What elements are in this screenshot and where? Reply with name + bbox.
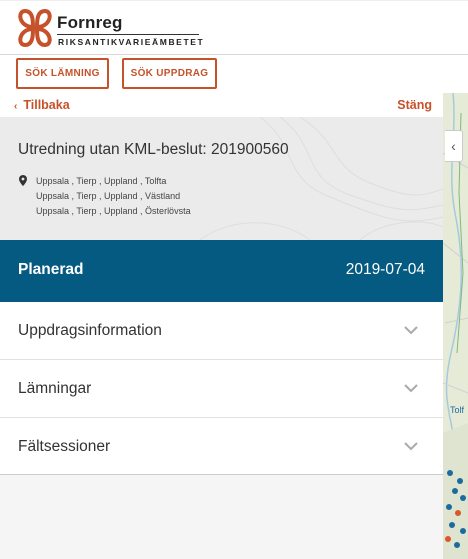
accordion-label: Fältsessioner xyxy=(18,438,111,455)
search-assignment-button[interactable]: SÖK UPPDRAG xyxy=(122,58,217,89)
assignment-title: Utredning utan KML-beslut: 201900560 xyxy=(18,141,289,158)
accordion-label: Uppdragsinformation xyxy=(18,322,162,339)
map-place-label: Tolf xyxy=(450,405,465,415)
chevron-down-icon xyxy=(404,442,418,451)
panel-nav: ‹ Tillbaka Stäng xyxy=(0,93,443,117)
assignment-info: Utredning utan KML-beslut: 201900560 Upp… xyxy=(0,117,443,240)
chevron-left-icon: ‹ xyxy=(451,138,456,154)
status-date: 2019-07-04 xyxy=(345,261,425,278)
status-bar: Planerad 2019-07-04 xyxy=(0,240,443,302)
accordion-remains[interactable]: Lämningar xyxy=(0,360,443,418)
map-view[interactable]: Tolf xyxy=(443,93,468,559)
chevron-left-icon: ‹ xyxy=(14,101,18,112)
back-link[interactable]: ‹ Tillbaka xyxy=(14,98,70,112)
header: Fornreg RIKSANTIKVARIEÄMBETET xyxy=(0,0,468,55)
app-root: Fornreg RIKSANTIKVARIEÄMBETET SÖK LÄMNIN… xyxy=(0,0,468,559)
search-button-row: SÖK LÄMNING SÖK UPPDRAG xyxy=(0,55,468,93)
close-link[interactable]: Stäng xyxy=(397,98,432,112)
location-pin-icon xyxy=(19,175,27,186)
logo-divider xyxy=(57,34,199,35)
fornreg-logo-icon xyxy=(18,8,52,48)
logo-name: Fornreg xyxy=(57,13,123,32)
accordion-assignment-info[interactable]: Uppdragsinformation xyxy=(0,302,443,360)
logo-subtitle: RIKSANTIKVARIEÄMBETET xyxy=(58,37,205,47)
location-line: Uppsala , Tierp , Uppland , Österlövsta xyxy=(36,206,191,216)
chevron-down-icon xyxy=(404,384,418,393)
detail-panel: ‹ Tillbaka Stäng Utredning utan KML-beslu… xyxy=(0,93,443,559)
accordion-label: Lämningar xyxy=(18,380,92,397)
location-line: Uppsala , Tierp , Uppland , Västland xyxy=(36,191,181,201)
map-canvas xyxy=(443,93,468,559)
logo[interactable]: Fornreg RIKSANTIKVARIEÄMBETET xyxy=(15,7,205,51)
location-line: Uppsala , Tierp , Uppland , Tolfta xyxy=(36,176,167,186)
search-remains-button[interactable]: SÖK LÄMNING xyxy=(16,58,109,89)
collapse-panel-button[interactable]: ‹ xyxy=(445,130,463,162)
status-label: Planerad xyxy=(18,261,84,278)
back-label: Tillbaka xyxy=(23,98,70,112)
accordion-field-sessions[interactable]: Fältsessioner xyxy=(0,418,443,475)
chevron-down-icon xyxy=(404,326,418,335)
